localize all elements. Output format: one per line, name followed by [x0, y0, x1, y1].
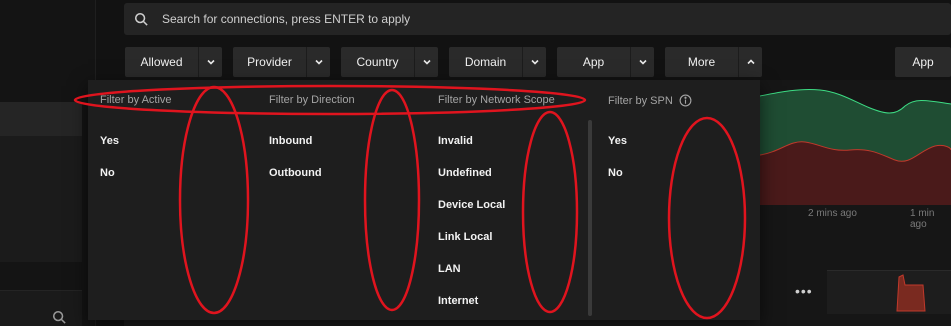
info-icon[interactable] [679, 94, 692, 107]
search-input[interactable] [162, 3, 922, 35]
filter-network-scope-option[interactable]: Undefined [438, 167, 492, 179]
filter-spn-option[interactable]: No [608, 167, 623, 179]
filter-network-scope-option[interactable]: LAN [438, 263, 461, 275]
filter-app-button[interactable]: App [557, 47, 654, 77]
chevron-down-icon[interactable] [198, 47, 222, 77]
chevron-down-icon[interactable] [630, 47, 654, 77]
chevron-down-icon[interactable] [306, 47, 330, 77]
filter-direction-option[interactable]: Inbound [269, 135, 312, 147]
chevron-down-icon[interactable] [522, 47, 546, 77]
filter-column-direction: Filter by Direction Inbound Outbound [257, 80, 425, 320]
more-filters-dropdown: Filter by Active Yes No Filter by Direct… [88, 80, 760, 320]
filter-network-scope-option[interactable]: Device Local [438, 199, 505, 211]
chevron-up-icon[interactable] [738, 47, 762, 77]
filter-provider-label: Provider [247, 55, 292, 69]
filter-column-spn: Filter by SPN Yes No [596, 80, 760, 320]
filter-allowed-label: Allowed [140, 55, 183, 69]
filter-more-label: More [687, 55, 716, 69]
sidebar-lower-panel [0, 290, 82, 326]
filter-country-button[interactable]: Country [341, 47, 438, 77]
app-button[interactable]: App [895, 47, 951, 77]
sidebar-selected-item[interactable] [0, 102, 82, 136]
filter-network-scope-heading: Filter by Network Scope [438, 94, 555, 106]
filter-column-active: Filter by Active Yes No [88, 80, 256, 320]
filter-spn-heading: Filter by SPN [608, 94, 692, 107]
filter-spn-option[interactable]: Yes [608, 135, 627, 147]
filter-direction-heading: Filter by Direction [269, 94, 355, 106]
filter-domain-button[interactable]: Domain [449, 47, 546, 77]
filter-active-heading: Filter by Active [100, 94, 172, 106]
filter-network-scope-option[interactable]: Link Local [438, 231, 492, 243]
search-icon [134, 12, 148, 26]
filter-network-scope-option[interactable]: Internet [438, 295, 478, 307]
filter-spn-heading-label: Filter by SPN [608, 94, 673, 107]
chevron-down-icon[interactable] [414, 47, 438, 77]
more-horizontal-icon[interactable]: ••• [795, 283, 813, 299]
chart-tick: 1 min ago [910, 208, 935, 230]
filter-country-label: Country [356, 55, 399, 69]
sidebar [0, 0, 96, 326]
mini-chart [827, 270, 951, 314]
chart-tick: 2 mins ago [808, 208, 857, 219]
sidebar-panel [0, 136, 82, 262]
filter-column-network-scope: Filter by Network Scope Invalid Undefine… [426, 80, 594, 320]
filter-more-button[interactable]: More [665, 47, 762, 77]
mini-chart-spike [896, 274, 926, 312]
filter-app-label: App [582, 55, 605, 69]
filter-allowed-button[interactable]: Allowed [125, 47, 222, 77]
search-bar[interactable] [124, 3, 951, 35]
network-scope-scrollbar[interactable] [588, 120, 592, 316]
filter-direction-option[interactable]: Outbound [269, 167, 322, 179]
app-button-label: App [912, 55, 934, 69]
search-icon[interactable] [52, 310, 66, 324]
filter-active-option[interactable]: No [100, 167, 115, 179]
filter-active-option[interactable]: Yes [100, 135, 119, 147]
filter-domain-label: Domain [464, 55, 507, 69]
filter-provider-button[interactable]: Provider [233, 47, 330, 77]
filter-network-scope-option[interactable]: Invalid [438, 135, 473, 147]
